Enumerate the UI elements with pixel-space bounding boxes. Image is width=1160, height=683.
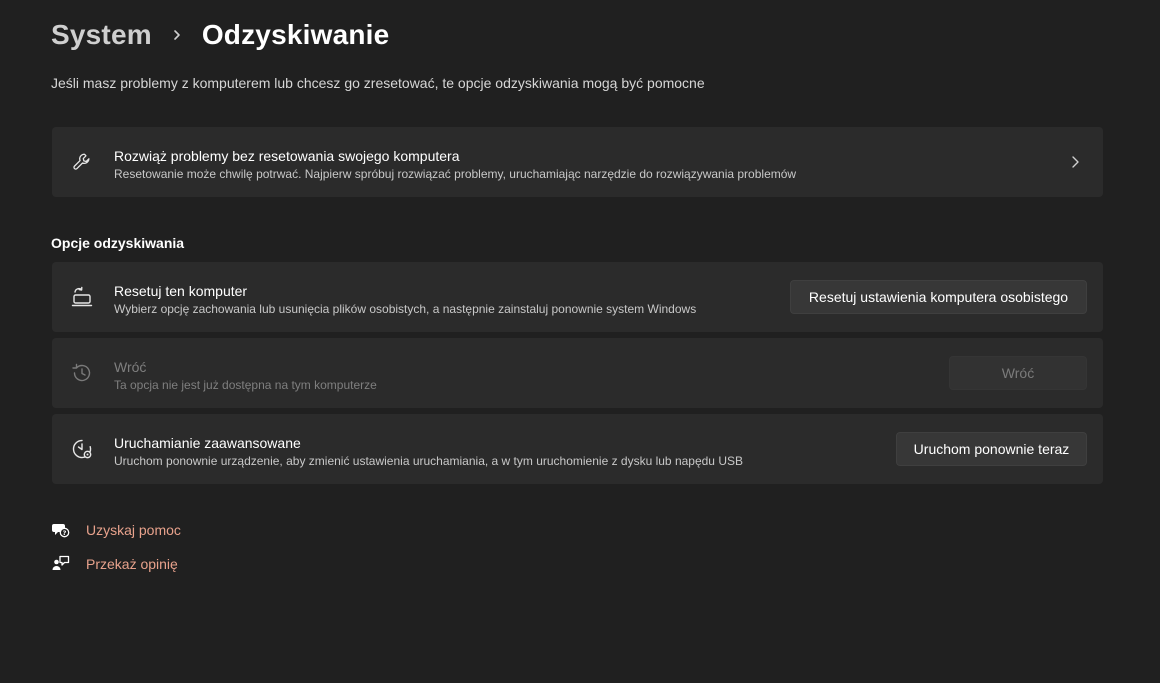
get-help-link[interactable]: ? Uzyskaj pomoc	[50, 519, 181, 541]
reset-pc-title: Resetuj ten komputer	[114, 283, 248, 299]
troubleshoot-card[interactable]: Rozwiąż problemy bez resetowania swojego…	[52, 127, 1103, 197]
advanced-startup-description: Uruchom ponownie urządzenie, aby zmienić…	[114, 454, 743, 468]
reset-pc-description: Wybierz opcję zachowania lub usunięcia p…	[114, 302, 697, 316]
breadcrumb-system[interactable]: System	[51, 19, 152, 51]
chevron-right-icon	[1067, 154, 1083, 170]
reset-pc-icon	[68, 283, 96, 311]
go-back-button: Wróć	[949, 356, 1087, 390]
feedback-label: Przekaż opinię	[86, 556, 178, 572]
go-back-description: Ta opcja nie jest już dostępna na tym ko…	[114, 378, 377, 392]
troubleshoot-title: Rozwiąż problemy bez resetowania swojego…	[114, 148, 460, 164]
troubleshoot-description: Resetowanie może chwilę potrwać. Najpier…	[114, 167, 797, 181]
history-icon	[68, 359, 96, 387]
advanced-startup-icon	[68, 435, 96, 463]
page-title: Odzyskiwanie	[201, 19, 390, 50]
go-back-title: Wróć	[114, 359, 147, 375]
restart-now-button[interactable]: Uruchom ponownie teraz	[896, 432, 1087, 466]
reset-pc-button[interactable]: Resetuj ustawienia komputera osobistego	[790, 280, 1087, 314]
settings-page: System Odzyskiwanie Jeśli masz problemy …	[0, 0, 1160, 683]
advanced-startup-text: Uruchamianie zaawansowane Uruchom ponown…	[114, 434, 743, 469]
advanced-startup-title: Uruchamianie zaawansowane	[114, 435, 301, 451]
get-help-label: Uzyskaj pomoc	[86, 522, 181, 538]
wrench-icon	[68, 148, 96, 176]
help-icon: ?	[50, 519, 72, 541]
advanced-startup-card: Uruchamianie zaawansowane Uruchom ponown…	[52, 414, 1103, 484]
reset-pc-card: Resetuj ten komputer Wybierz opcję zacho…	[52, 262, 1103, 332]
go-back-card: Wróć Ta opcja nie jest już dostępna na t…	[52, 338, 1103, 408]
troubleshoot-text: Rozwiąż problemy bez resetowania swojego…	[114, 147, 796, 182]
breadcrumb: System Odzyskiwanie	[51, 16, 389, 54]
feedback-link[interactable]: Przekaż opinię	[50, 553, 178, 575]
reset-pc-text: Resetuj ten komputer Wybierz opcję zacho…	[114, 282, 696, 317]
feedback-icon	[50, 553, 72, 575]
chevron-right-icon	[171, 28, 185, 42]
section-title: Opcje odzyskiwania	[51, 235, 185, 251]
svg-text:?: ?	[63, 529, 67, 537]
page-subtitle: Jeśli masz problemy z komputerem lub chc…	[51, 75, 705, 91]
go-back-text: Wróć Ta opcja nie jest już dostępna na t…	[114, 358, 377, 393]
